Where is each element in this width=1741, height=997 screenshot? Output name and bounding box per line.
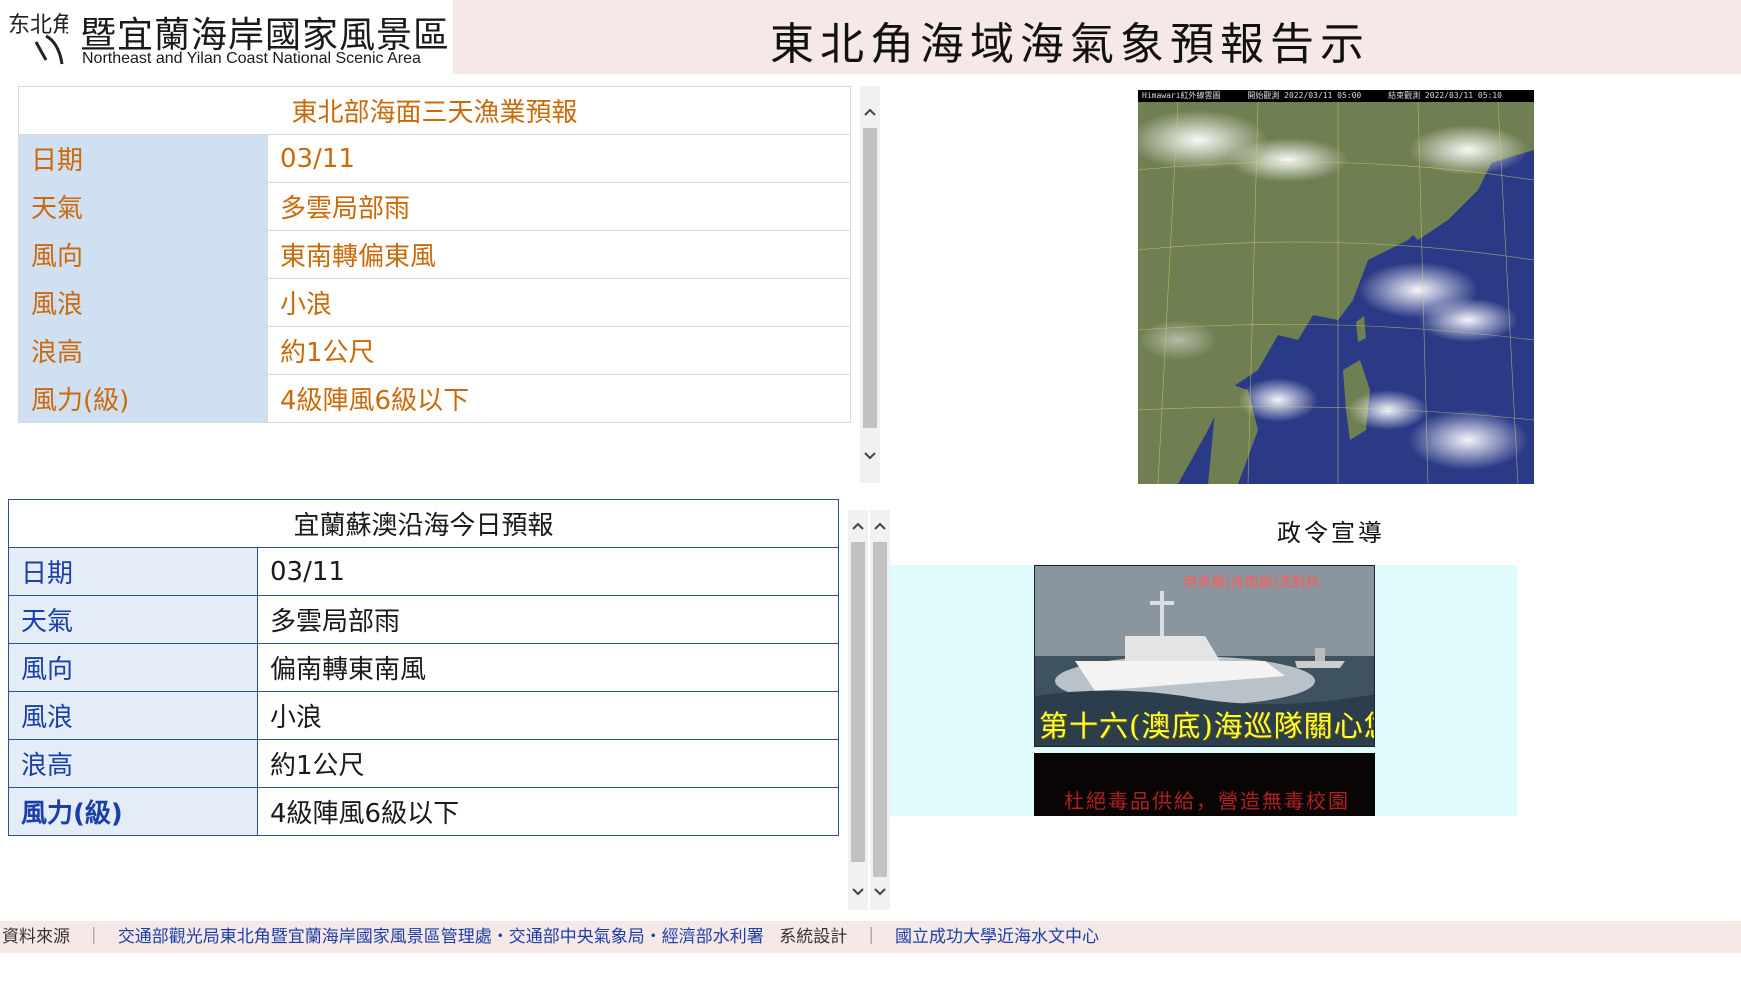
fishery-forecast-title: 東北部海面三天漁業預報: [18, 86, 851, 135]
promotion-image-coast-guard[interactable]: 用多層(含雨層)洗對抗 第十六(澳底)海巡隊關心您: [1034, 565, 1375, 747]
page-scrollbar[interactable]: [870, 510, 890, 910]
page-header: 东北角 暨宜蘭海岸國家風景區 Northeast and Yilan Coast…: [0, 0, 1741, 74]
row-value: 03/11: [257, 547, 839, 596]
row-value: 約1公尺: [267, 326, 851, 375]
row-label: 天氣: [18, 182, 268, 231]
table-row: 天氣 多雲局部雨: [8, 595, 839, 644]
satellite-caption-left: Himawari紅外線雲圖: [1142, 91, 1221, 100]
row-value: 多雲局部雨: [257, 595, 839, 644]
scrollbar-thumb[interactable]: [873, 542, 887, 877]
table-row: 日期 03/11: [18, 134, 851, 183]
satellite-caption-mid: 開始觀測 2022/03/11 05:00: [1247, 91, 1362, 100]
table-row: 風浪 小浪: [18, 278, 851, 327]
logo[interactable]: 东北角 暨宜蘭海岸國家風景區 Northeast and Yilan Coast…: [0, 0, 453, 74]
chevron-up-icon[interactable]: [860, 102, 880, 122]
promotion-image1-caption: 第十六(澳底)海巡隊關心您: [1039, 709, 1375, 743]
coastal-forecast-table: 宜蘭蘇澳沿海今日預報 日期 03/11 天氣 多雲局部雨 風向 偏南轉東南風 風…: [8, 499, 839, 836]
coastal-forecast-title: 宜蘭蘇澳沿海今日預報: [8, 499, 839, 548]
table-row: 浪高 約1公尺: [8, 739, 839, 788]
row-value: 多雲局部雨: [267, 182, 851, 231]
chevron-up-icon[interactable]: [848, 516, 868, 536]
row-value: 偏南轉東南風: [257, 643, 839, 692]
row-label: 風浪: [18, 278, 268, 327]
footer-source-label: 資料來源: [2, 927, 70, 947]
row-value: 約1公尺: [257, 739, 839, 788]
fishery-forecast-panel: 東北部海面三天漁業預報 日期 03/11 天氣 多雲局部雨 風向 東南轉偏東風 …: [18, 86, 851, 423]
footer-separator: ｜: [862, 927, 880, 947]
logo-mark-icon: 东北角: [8, 13, 68, 65]
row-value: 03/11: [267, 134, 851, 183]
satellite-image[interactable]: Himawari紅外線雲圖 開始觀測 2022/03/11 05:00 結束觀測…: [1138, 90, 1534, 484]
table-row: 日期 03/11: [8, 547, 839, 596]
scrollbar-thumb[interactable]: [863, 128, 877, 428]
row-label: 風向: [8, 643, 258, 692]
row-value: 小浪: [257, 691, 839, 740]
row-value: 4級陣風6級以下: [267, 374, 851, 423]
row-value: 4級陣風6級以下: [257, 787, 839, 836]
footer-design-label: 系統設計: [779, 927, 848, 947]
page-title: 東北角海域海氣象預報告示: [770, 19, 1370, 70]
table-row: 天氣 多雲局部雨: [18, 182, 851, 231]
row-label: 風向: [18, 230, 268, 279]
logo-mark-text: 东北角: [8, 13, 68, 38]
row-label: 風浪: [8, 691, 258, 740]
chevron-down-icon[interactable]: [870, 882, 890, 902]
footer-sources-link[interactable]: 交通部觀光局東北角暨宜蘭海岸國家風景區管理處・交通部中央氣象局・經濟部水利署: [118, 927, 764, 947]
promotion-title: 政令宣導: [1277, 519, 1385, 547]
logo-subtitle: Northeast and Yilan Coast National Sceni…: [82, 50, 421, 67]
row-label: 浪高: [18, 326, 268, 375]
scrollbar-thumb[interactable]: [851, 542, 865, 862]
footer-separator: ｜: [85, 927, 103, 947]
table-title-row: 東北部海面三天漁業預報: [18, 86, 851, 135]
row-label: 風力(級): [8, 787, 258, 836]
table-title-row: 宜蘭蘇澳沿海今日預報: [8, 499, 839, 548]
promotion-image1-top-caption: 用多層(含雨層)洗對抗: [1183, 575, 1320, 591]
coastal-forecast-scrollbar[interactable]: [848, 510, 868, 910]
footer-designer-link[interactable]: 國立成功大學近海水文中心: [895, 927, 1099, 947]
chevron-down-icon[interactable]: [848, 882, 868, 902]
row-label: 日期: [18, 134, 268, 183]
satellite-caption: Himawari紅外線雲圖 開始觀測 2022/03/11 05:00 結束觀測…: [1138, 90, 1534, 102]
table-row: 風浪 小浪: [8, 691, 839, 740]
promotion-image2-caption: 杜絕毒品供給，營造無毒校園: [1064, 789, 1350, 813]
table-row: 風向 偏南轉東南風: [8, 643, 839, 692]
table-row: 風力(級) 4級陣風6級以下: [18, 374, 851, 423]
table-row: 浪高 約1公尺: [18, 326, 851, 375]
row-value: 小浪: [267, 278, 851, 327]
satellite-map-icon: [1138, 90, 1534, 484]
fishery-forecast-scrollbar[interactable]: [860, 86, 880, 483]
satellite-caption-right: 結束觀測 2022/03/11 05:10: [1388, 91, 1502, 100]
row-label: 風力(級): [18, 374, 268, 423]
row-value: 東南轉偏東風: [267, 230, 851, 279]
chevron-down-icon[interactable]: [860, 446, 880, 466]
table-row: 風力(級) 4級陣風6級以下: [8, 787, 839, 836]
fishery-forecast-table: 東北部海面三天漁業預報 日期 03/11 天氣 多雲局部雨 風向 東南轉偏東風 …: [18, 86, 851, 423]
promotion-image-anti-drug[interactable]: 杜絕毒品供給，營造無毒校園: [1034, 753, 1375, 816]
row-label: 日期: [8, 547, 258, 596]
table-row: 風向 東南轉偏東風: [18, 230, 851, 279]
row-label: 天氣: [8, 595, 258, 644]
page-footer: 資料來源 ｜ 交通部觀光局東北角暨宜蘭海岸國家風景區管理處・交通部中央氣象局・經…: [0, 921, 1741, 953]
chevron-up-icon[interactable]: [870, 516, 890, 536]
row-label: 浪高: [8, 739, 258, 788]
coastal-forecast-panel: 宜蘭蘇澳沿海今日預報 日期 03/11 天氣 多雲局部雨 風向 偏南轉東南風 風…: [8, 499, 839, 836]
